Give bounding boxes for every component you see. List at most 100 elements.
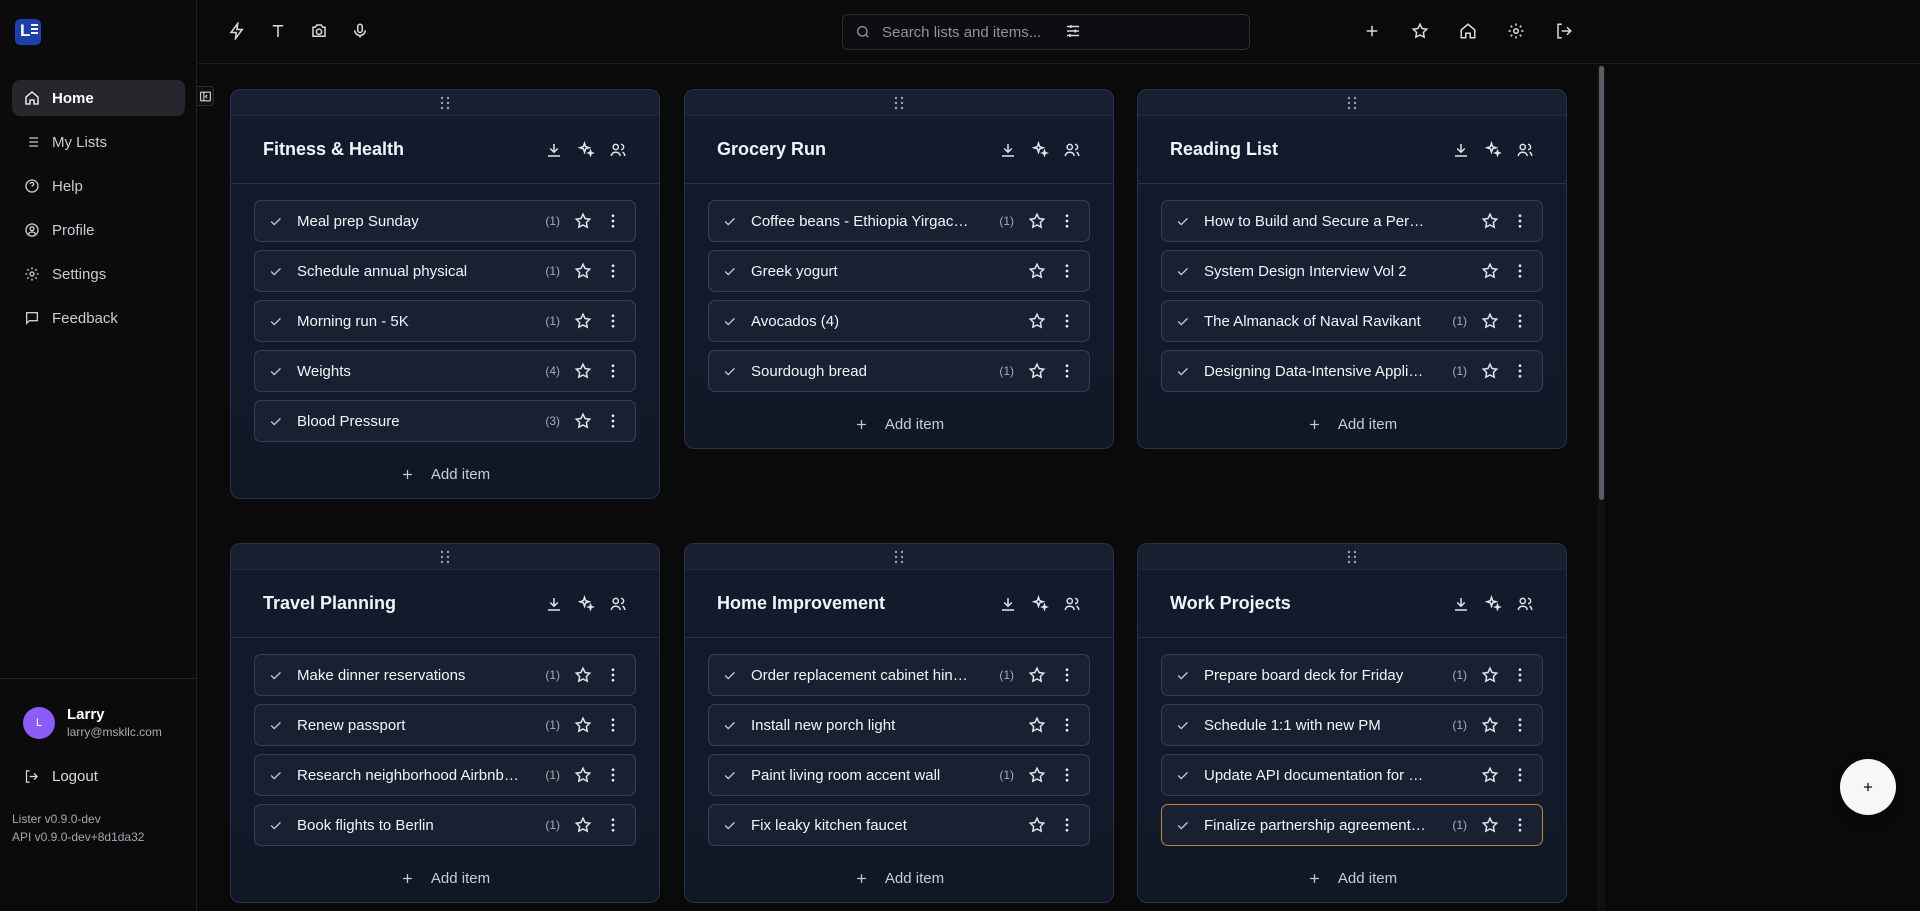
check-icon[interactable]: [268, 768, 283, 783]
drag-handle[interactable]: [1138, 544, 1566, 570]
star-icon[interactable]: [574, 212, 592, 230]
check-icon[interactable]: [722, 264, 737, 279]
star-icon[interactable]: [1481, 212, 1499, 230]
list-item[interactable]: System Design Interview Vol 2: [1161, 250, 1543, 292]
star-icon[interactable]: [1028, 312, 1046, 330]
list-item[interactable]: Morning run - 5K (1): [254, 300, 636, 342]
check-icon[interactable]: [1175, 818, 1190, 833]
share-users-icon[interactable]: [1063, 141, 1081, 159]
more-options-icon[interactable]: [1058, 816, 1076, 834]
drag-handle[interactable]: [1138, 90, 1566, 116]
more-options-icon[interactable]: [1511, 262, 1529, 280]
filter-button[interactable]: [1064, 22, 1082, 40]
more-options-icon[interactable]: [604, 816, 622, 834]
more-options-icon[interactable]: [604, 766, 622, 784]
drag-handle[interactable]: [685, 544, 1113, 570]
check-icon[interactable]: [722, 718, 737, 733]
list-item[interactable]: Meal prep Sunday (1): [254, 200, 636, 242]
list-item[interactable]: Sourdough bread (1): [708, 350, 1090, 392]
star-icon[interactable]: [1028, 262, 1046, 280]
check-icon[interactable]: [722, 314, 737, 329]
sidebar-item-settings[interactable]: Settings: [12, 256, 185, 292]
download-icon[interactable]: [545, 595, 563, 613]
more-options-icon[interactable]: [1511, 816, 1529, 834]
star-icon[interactable]: [1028, 212, 1046, 230]
list-title[interactable]: Reading List: [1170, 139, 1452, 160]
drag-handle[interactable]: [231, 544, 659, 570]
home-button[interactable]: [1459, 22, 1477, 40]
favorites-button[interactable]: [1411, 22, 1429, 40]
list-item[interactable]: Finalize partnership agreement with vend…: [1161, 804, 1543, 846]
camera-button[interactable]: [310, 22, 328, 40]
star-icon[interactable]: [1028, 716, 1046, 734]
list-item[interactable]: Research neighborhood Airbnb options (1): [254, 754, 636, 796]
scrollbar-thumb[interactable]: [1599, 66, 1604, 500]
more-options-icon[interactable]: [604, 312, 622, 330]
download-icon[interactable]: [1452, 595, 1470, 613]
list-item[interactable]: Schedule 1:1 with new PM (1): [1161, 704, 1543, 746]
share-users-icon[interactable]: [1063, 595, 1081, 613]
sparkles-icon[interactable]: [1484, 594, 1502, 613]
share-users-icon[interactable]: [1516, 595, 1534, 613]
search-input[interactable]: Search lists and items...: [842, 14, 1250, 50]
more-options-icon[interactable]: [1511, 666, 1529, 684]
list-item[interactable]: Schedule annual physical (1): [254, 250, 636, 292]
settings-button[interactable]: [1507, 22, 1525, 40]
more-options-icon[interactable]: [1058, 212, 1076, 230]
list-item[interactable]: Greek yogurt: [708, 250, 1090, 292]
list-item[interactable]: Coffee beans - Ethiopia Yirgacheffe (1): [708, 200, 1090, 242]
list-item[interactable]: Avocados (4): [708, 300, 1090, 342]
star-icon[interactable]: [574, 362, 592, 380]
lister-logo[interactable]: L: [15, 19, 41, 45]
star-icon[interactable]: [574, 412, 592, 430]
check-icon[interactable]: [722, 364, 737, 379]
more-options-icon[interactable]: [604, 412, 622, 430]
sidebar-item-feedback[interactable]: Feedback: [12, 300, 185, 336]
list-item[interactable]: Prepare board deck for Friday (1): [1161, 654, 1543, 696]
list-item[interactable]: Book flights to Berlin (1): [254, 804, 636, 846]
check-icon[interactable]: [1175, 214, 1190, 229]
star-icon[interactable]: [1481, 666, 1499, 684]
drag-handle[interactable]: [231, 90, 659, 116]
more-options-icon[interactable]: [1058, 362, 1076, 380]
check-icon[interactable]: [1175, 668, 1190, 683]
add-item-button[interactable]: Add item: [1138, 400, 1566, 448]
list-title[interactable]: Work Projects: [1170, 593, 1452, 614]
more-options-icon[interactable]: [604, 716, 622, 734]
list-title[interactable]: Fitness & Health: [263, 139, 545, 160]
text-input-button[interactable]: [269, 22, 287, 40]
more-options-icon[interactable]: [1058, 312, 1076, 330]
add-item-button[interactable]: Add item: [1138, 854, 1566, 902]
add-item-button[interactable]: Add item: [231, 854, 659, 902]
sparkles-icon[interactable]: [1484, 140, 1502, 159]
list-title[interactable]: Home Improvement: [717, 593, 999, 614]
list-item[interactable]: Renew passport (1): [254, 704, 636, 746]
star-icon[interactable]: [1028, 666, 1046, 684]
list-item[interactable]: Paint living room accent wall (1): [708, 754, 1090, 796]
star-icon[interactable]: [1028, 362, 1046, 380]
check-icon[interactable]: [722, 668, 737, 683]
sidebar-item-home[interactable]: Home: [12, 80, 185, 116]
check-icon[interactable]: [1175, 264, 1190, 279]
download-icon[interactable]: [999, 141, 1017, 159]
sidebar-item-help[interactable]: Help: [12, 168, 185, 204]
share-users-icon[interactable]: [1516, 141, 1534, 159]
list-item[interactable]: How to Build and Secure a Personal AI Ag…: [1161, 200, 1543, 242]
quick-add-button[interactable]: [228, 22, 246, 40]
sidebar-item-profile[interactable]: Profile: [12, 212, 185, 248]
more-options-icon[interactable]: [604, 666, 622, 684]
check-icon[interactable]: [722, 818, 737, 833]
new-list-button[interactable]: [1363, 22, 1381, 40]
more-options-icon[interactable]: [1511, 766, 1529, 784]
check-icon[interactable]: [1175, 364, 1190, 379]
list-item[interactable]: Fix leaky kitchen faucet: [708, 804, 1090, 846]
more-options-icon[interactable]: [1058, 666, 1076, 684]
list-item[interactable]: Install new porch light: [708, 704, 1090, 746]
sidebar-item-my-lists[interactable]: My Lists: [12, 124, 185, 160]
more-options-icon[interactable]: [604, 362, 622, 380]
list-item[interactable]: Update API documentation for v3 release: [1161, 754, 1543, 796]
check-icon[interactable]: [1175, 768, 1190, 783]
more-options-icon[interactable]: [604, 212, 622, 230]
star-icon[interactable]: [574, 816, 592, 834]
star-icon[interactable]: [1028, 816, 1046, 834]
